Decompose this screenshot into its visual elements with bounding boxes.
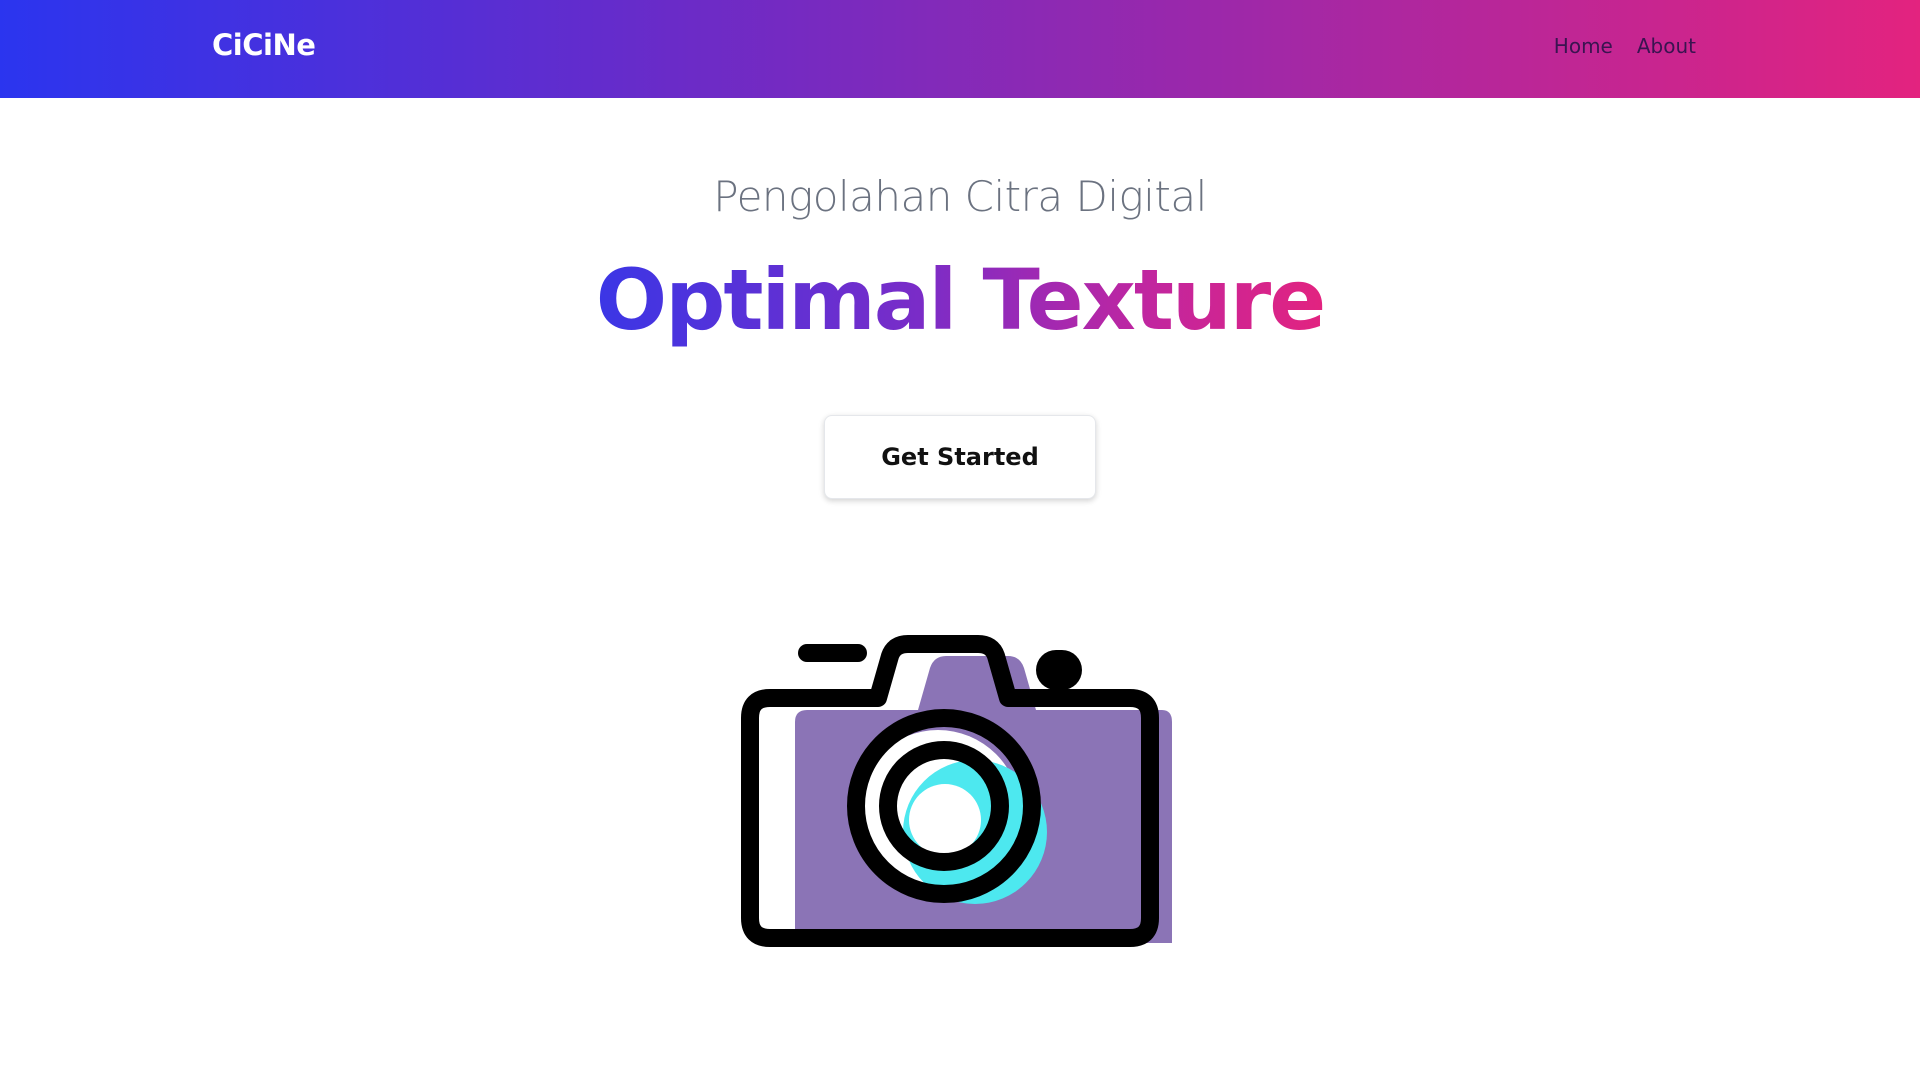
brand-logo[interactable]: CiCiNe <box>212 28 316 62</box>
top-navbar: CiCiNe Home About <box>0 0 1920 98</box>
hero-headline: Optimal Texture <box>0 250 1920 351</box>
get-started-button[interactable]: Get Started <box>824 415 1096 499</box>
hero-subtitle: Pengolahan Citra Digital <box>713 172 1207 221</box>
nav-link-home[interactable]: Home <box>1554 34 1613 58</box>
nav-link-about[interactable]: About <box>1637 34 1696 58</box>
hero-headline-text: Optimal Texture <box>592 251 1328 349</box>
camera-icon <box>741 635 1172 947</box>
camera-flash-knob <box>1036 650 1082 690</box>
nav-links: Home About <box>1554 34 1696 58</box>
